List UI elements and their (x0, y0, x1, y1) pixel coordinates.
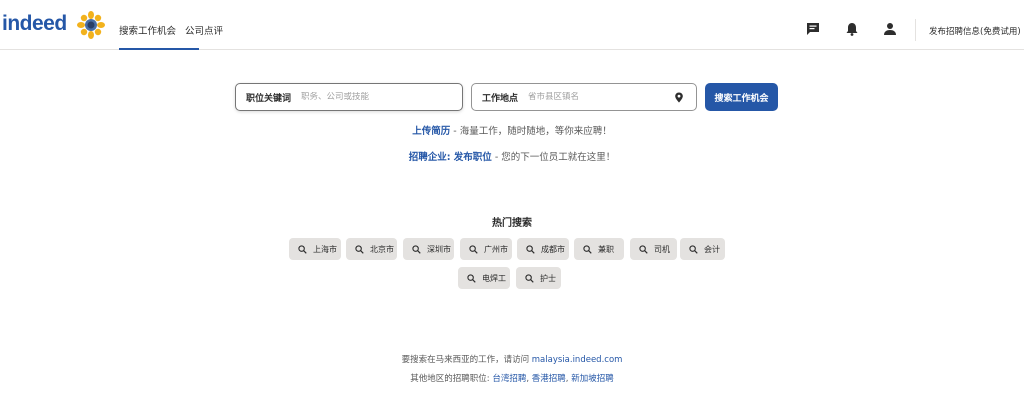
search-icon (355, 244, 364, 254)
search-icon (689, 244, 698, 254)
popular-search-chip[interactable]: 司机 (630, 238, 677, 260)
chip-label: 上海市 (313, 244, 337, 254)
popular-searches-title: 热门搜索 (492, 218, 532, 229)
what-label: 职位关键词 (246, 93, 292, 104)
post-job-link[interactable]: 发布招聘信息(免费试用) (929, 25, 1021, 37)
footer-malaysia-text: 要搜索在马来西亚的工作，请访问 (401, 355, 532, 365)
where-input[interactable] (528, 92, 659, 102)
where-search-box[interactable]: 工作地点 (471, 83, 697, 111)
search-icon (525, 273, 534, 283)
popular-search-chip[interactable]: 深圳市 (403, 238, 454, 260)
search-icon (467, 273, 476, 283)
search-icon (526, 244, 535, 254)
hongkong-jobs-link[interactable]: 香港招聘 (532, 374, 566, 384)
where-label: 工作地点 (482, 93, 519, 104)
indeed-logo[interactable]: indeed (2, 12, 67, 36)
popular-search-chip[interactable]: 成都市 (517, 238, 569, 260)
footer-malaysia: 要搜索在马来西亚的工作，请访问 malaysia.indeed.com (0, 353, 1024, 365)
search-icon (469, 244, 478, 254)
message-icon[interactable] (806, 22, 820, 36)
header-divider (915, 19, 916, 41)
top-header: indeed 搜索工作机会 公司点评 发布招聘信息(免费试用) (0, 0, 1024, 50)
chip-label: 成都市 (541, 244, 565, 254)
chip-label: 会计 (704, 244, 720, 254)
search-icon (298, 244, 307, 254)
popular-search-chip[interactable]: 护士 (516, 267, 561, 289)
popular-search-chip[interactable]: 北京市 (346, 238, 397, 260)
footer-other-text: 其他地区的招聘职位: (410, 374, 493, 384)
search-icon (412, 244, 421, 254)
employer-promo-text: - 您的下一位员工就在这里！ (491, 152, 616, 163)
location-pin-icon (675, 92, 683, 103)
user-icon[interactable] (883, 22, 897, 36)
what-search-box[interactable]: 职位关键词 (235, 83, 463, 111)
popular-search-chip[interactable]: 电焊工 (458, 267, 510, 289)
chip-label: 护士 (540, 273, 556, 283)
chip-label: 电焊工 (482, 273, 506, 283)
upload-resume-link[interactable]: 上传简历 (412, 126, 450, 137)
resume-promo-text: - 海量工作，随时随地，等你来应聘！ (450, 126, 612, 137)
popular-search-chip[interactable]: 广州市 (460, 238, 512, 260)
post-job-employer-link[interactable]: 招聘企业: 发布职位 (409, 152, 492, 163)
singapore-jobs-link[interactable]: 新加坡招聘 (571, 374, 614, 384)
footer-other-regions: 其他地区的招聘职位: 台湾招聘, 香港招聘, 新加坡招聘 (410, 374, 614, 384)
search-jobs-button[interactable]: 搜索工作机会 (705, 83, 778, 111)
resume-promo: 上传简历 - 海量工作，随时随地，等你来应聘！ (0, 123, 1024, 137)
search-icon (583, 244, 592, 254)
chip-label: 兼职 (598, 244, 614, 254)
search-icon (639, 244, 648, 254)
malaysia-link[interactable]: malaysia.indeed.com (532, 355, 623, 365)
employer-promo: 招聘企业: 发布职位 - 您的下一位员工就在这里！ (0, 149, 1024, 163)
chip-label: 广州市 (484, 244, 508, 254)
sunflower-icon (77, 11, 105, 39)
chip-label: 深圳市 (427, 244, 451, 254)
popular-search-chip[interactable]: 上海市 (289, 238, 341, 260)
chip-label: 北京市 (370, 244, 394, 254)
what-input[interactable] (301, 92, 432, 102)
tab-company-reviews[interactable]: 公司点评 (185, 23, 223, 50)
bell-icon[interactable] (845, 22, 859, 36)
popular-search-chip[interactable]: 兼职 (574, 238, 624, 260)
chip-label: 司机 (654, 244, 670, 254)
taiwan-jobs-link[interactable]: 台湾招聘 (492, 374, 526, 384)
popular-search-chip[interactable]: 会计 (680, 238, 725, 260)
